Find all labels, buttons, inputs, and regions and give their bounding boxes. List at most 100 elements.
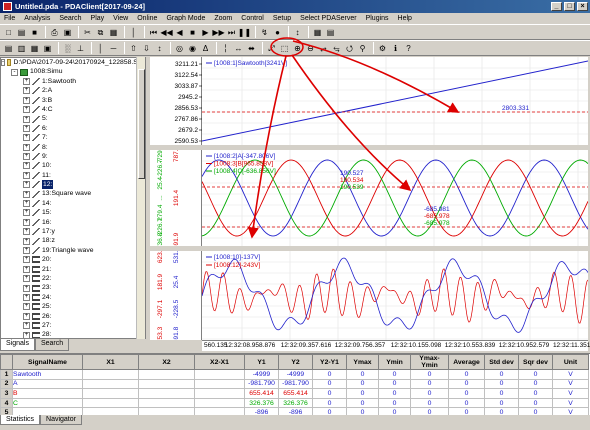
plot2[interactable]: [1008:2]A[-347.806V] [1008:3]B[965.858V][…	[202, 150, 588, 246]
tree-scrollbar[interactable]	[136, 57, 145, 339]
tab-search[interactable]: Search	[34, 339, 70, 351]
cut-icon[interactable]: ✂	[82, 27, 93, 38]
horizontal-marker-icon[interactable]: ─	[108, 43, 119, 54]
cell-name[interactable]: C	[12, 397, 83, 409]
expand-icon[interactable]: +	[23, 303, 30, 311]
zoom-box-icon[interactable]: ⬚	[279, 43, 290, 54]
table-icon[interactable]: ▤	[325, 27, 336, 38]
first-icon[interactable]: ⏮	[148, 27, 159, 38]
search-icon[interactable]: ⚲	[357, 43, 368, 54]
tree-signal-item[interactable]: +19:Triangle wave	[1, 246, 145, 255]
auto-scale-icon[interactable]: ↕	[154, 43, 165, 54]
expand-icon[interactable]: +	[23, 265, 30, 273]
tree-root[interactable]: - D:\PDA\2017-09-24\20170924_122858.Sim	[1, 58, 145, 67]
tree-signal-item[interactable]: +7:	[1, 133, 145, 142]
cell-dy[interactable]: 0	[312, 397, 347, 409]
expand-icon[interactable]: +	[23, 134, 30, 142]
layout3-icon[interactable]: ▦	[29, 43, 40, 54]
plot1[interactable]: 2803.331 [1008:1]Sawtooth[3241V]	[202, 57, 588, 145]
cell-std[interactable]: 0	[484, 378, 519, 390]
scroll-thumb[interactable]	[138, 69, 145, 179]
expand-icon[interactable]: +	[23, 322, 30, 330]
cell-y2[interactable]: 326.376	[278, 397, 313, 409]
layout2-icon[interactable]: ▥	[16, 43, 27, 54]
expand-icon[interactable]: +	[23, 209, 30, 217]
save-icon[interactable]: ■	[29, 27, 40, 38]
cell-y1[interactable]: 655.414	[244, 388, 279, 399]
expand-icon[interactable]: +	[23, 171, 30, 179]
expand-icon[interactable]: +	[23, 106, 30, 114]
forward-icon[interactable]: ▶▶	[212, 27, 224, 38]
layout4-icon[interactable]: ▣	[42, 43, 53, 54]
cursor-horizontal-icon[interactable]: ↔	[233, 43, 244, 54]
expand-icon[interactable]: +	[23, 143, 30, 151]
tree-signal-item[interactable]: +10:	[1, 161, 145, 170]
column-header[interactable]: Ymax	[346, 354, 379, 370]
tree-signal-item[interactable]: +22:	[1, 274, 145, 283]
menu-item-1[interactable]: Analysis	[24, 15, 50, 22]
cell-ymin[interactable]: 0	[378, 378, 411, 390]
table-row[interactable]: 4 C 326.376 326.376 0 0 0 0 0 0 0 V	[0, 397, 589, 409]
column-header[interactable]: SignalName	[12, 354, 83, 370]
tree-signal-item[interactable]: +11:	[1, 171, 145, 180]
column-header[interactable]: Y1	[244, 354, 279, 370]
expand-icon[interactable]: +	[23, 256, 30, 264]
cell-range[interactable]: 0	[410, 378, 449, 390]
expand-icon[interactable]: +	[23, 247, 30, 254]
cell-dx[interactable]	[194, 378, 245, 390]
column-header[interactable]: Ymin	[378, 354, 411, 370]
tree-signal-item[interactable]: +13:Square wave	[1, 189, 145, 198]
zoom-y-icon[interactable]: ⥃	[331, 43, 342, 54]
zoom-in-icon[interactable]: ⊕	[292, 43, 303, 54]
tree-signal-item[interactable]: +9:	[1, 152, 145, 161]
expand-icon[interactable]: +	[23, 331, 30, 338]
column-header[interactable]: Average	[448, 354, 485, 370]
menu-item-2[interactable]: Search	[59, 15, 81, 22]
expand-icon[interactable]: -	[1, 59, 6, 67]
cursor-cross-icon[interactable]: ⬌	[246, 43, 257, 54]
cell-std[interactable]: 0	[484, 369, 519, 380]
tree-signal-item[interactable]: +3:B	[1, 96, 145, 105]
expand-icon[interactable]: +	[23, 96, 30, 104]
cell-y2[interactable]: -4999	[278, 369, 313, 380]
cell-dy[interactable]: 0	[312, 388, 347, 399]
maximize-icon[interactable]: □	[564, 2, 575, 11]
expand-icon[interactable]: +	[23, 284, 30, 292]
vertical-marker-icon[interactable]: │	[95, 43, 106, 54]
cell-ymin[interactable]: 0	[378, 369, 411, 380]
expand-icon[interactable]: +	[23, 293, 30, 301]
minimize-icon[interactable]: _	[551, 2, 562, 11]
cell-range[interactable]: 0	[410, 369, 449, 380]
cell-y1[interactable]: -981.790	[244, 378, 279, 390]
cell-avg[interactable]: 0	[448, 388, 485, 399]
cell-ymax[interactable]: 0	[346, 378, 379, 390]
cell-y2[interactable]: -981.790	[278, 378, 313, 390]
expand-icon[interactable]: +	[23, 153, 30, 161]
chart-icon[interactable]: ░	[62, 43, 73, 54]
cell-ymax[interactable]: 0	[346, 369, 379, 380]
cell-y1[interactable]: -4999	[244, 369, 279, 380]
tree-signal-item[interactable]: +5:	[1, 114, 145, 123]
cursor-icon[interactable]: ↕	[292, 27, 303, 38]
cell-x2[interactable]	[138, 369, 195, 380]
column-header[interactable]: X2	[138, 354, 195, 370]
cell-ymax[interactable]: 0	[346, 388, 379, 399]
cell-x1[interactable]	[82, 388, 139, 399]
signal-tree[interactable]: - D:\PDA\2017-09-24\20170924_122858.Sim …	[0, 57, 146, 339]
cell-x1[interactable]	[82, 397, 139, 409]
grid-icon[interactable]: ▦	[312, 27, 323, 38]
preview-icon[interactable]: ▣	[62, 27, 73, 38]
table-row[interactable]: 1 Sawtooth -4999 -4999 0 0 0 0 0 0 0 V	[0, 369, 589, 380]
column-header[interactable]: X1	[82, 354, 139, 370]
zoom-fit-icon[interactable]: ⤢	[266, 43, 277, 54]
cell-y2[interactable]: 655.414	[278, 388, 313, 399]
expand-icon[interactable]: +	[23, 190, 30, 198]
last-icon[interactable]: ⏭	[226, 27, 237, 38]
cell-dy[interactable]: 0	[312, 369, 347, 380]
tree-signal-item[interactable]: +15:	[1, 208, 145, 217]
cell-unit[interactable]: V	[552, 397, 589, 409]
tree-signal-item[interactable]: +16:	[1, 218, 145, 227]
cell-sqr[interactable]: 0	[518, 369, 553, 380]
paste-icon[interactable]: ▦	[108, 27, 119, 38]
column-header[interactable]: Unit	[552, 354, 589, 370]
